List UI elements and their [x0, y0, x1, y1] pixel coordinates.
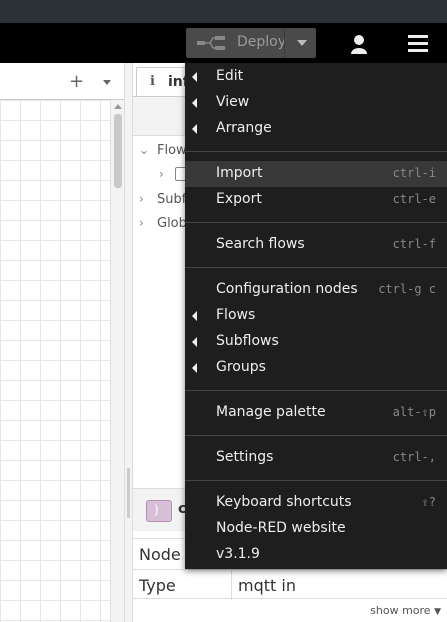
chevron-right-icon[interactable]: › [139, 216, 144, 230]
submenu-arrow-icon [192, 363, 197, 373]
prop-value: mqtt in [238, 576, 296, 595]
plus-icon[interactable]: + [69, 71, 84, 92]
menu-separator [185, 267, 447, 268]
chevron-down-icon[interactable]: ⌄ [139, 143, 149, 157]
menu-item-arrange[interactable]: Arrange [185, 116, 447, 142]
deploy-label: Deploy [237, 34, 287, 50]
submenu-arrow-icon [192, 72, 197, 82]
menu-item-label: Subflows [216, 333, 279, 349]
chevron-right-icon[interactable]: › [139, 192, 144, 206]
menu-item-label: Import [216, 165, 263, 181]
grip-icon [127, 468, 130, 518]
menu-separator [185, 435, 447, 436]
deploy-button[interactable]: Deploy [186, 28, 316, 58]
menu-item-flows[interactable]: Flows [185, 303, 447, 329]
show-more-label: show more [370, 604, 431, 617]
menu-separator [185, 151, 447, 152]
menu-item-view[interactable]: View [185, 90, 447, 116]
scroll-up-icon[interactable] [114, 104, 122, 109]
mqtt-icon: ) [146, 500, 172, 522]
show-more-link[interactable]: show more ▼ [370, 604, 441, 617]
caret-down-icon[interactable] [103, 80, 111, 85]
workspace-canvas[interactable] [0, 100, 110, 622]
menu-item-shortcut: ⇧? [421, 495, 436, 509]
menu-item-website[interactable]: Node-RED website [185, 516, 447, 542]
menu-item-label: Flows [216, 307, 256, 323]
deploy-divider [284, 28, 285, 58]
prop-key: Node [139, 545, 181, 564]
menu-item-shortcut: ctrl-g c [378, 282, 436, 296]
main-menu-dropdown: Edit View Arrange Import ctrl-i Export c… [185, 63, 447, 569]
menu-separator [185, 222, 447, 223]
user-icon[interactable] [349, 34, 369, 54]
scrollbar-thumb[interactable] [114, 114, 122, 188]
info-icon: i [150, 74, 155, 89]
chevron-right-icon[interactable]: › [159, 167, 164, 181]
menu-item-label: Manage palette [216, 404, 326, 420]
menu-item-configuration-nodes[interactable]: Configuration nodes ctrl-g c [185, 277, 447, 303]
menu-item-shortcut: ctrl-, [392, 450, 436, 464]
menu-item-version: v3.1.9 [185, 542, 447, 568]
menu-item-settings[interactable]: Settings ctrl-, [185, 445, 447, 471]
menu-item-label: Configuration nodes [216, 281, 358, 297]
deploy-options-caret-icon[interactable] [297, 40, 307, 46]
menu-item-shortcut: alt-⇧p [392, 405, 436, 419]
menu-item-subflows[interactable]: Subflows [185, 329, 447, 355]
menu-item-label: View [216, 94, 250, 110]
menu-item-manage-palette[interactable]: Manage palette alt-⇧p [185, 400, 447, 426]
workspace-scrollbar[interactable] [110, 100, 124, 622]
menu-item-groups[interactable]: Groups [185, 355, 447, 381]
menu-item-edit[interactable]: Edit [185, 64, 447, 90]
prop-divider [231, 570, 232, 600]
menu-item-export[interactable]: Export ctrl-e [185, 187, 447, 213]
sidebar-resize-handle[interactable] [124, 63, 133, 622]
prop-key: Type [139, 576, 176, 595]
os-title-strip [0, 0, 447, 23]
menu-item-label: Arrange [216, 120, 272, 136]
menu-item-label: Search flows [216, 236, 305, 252]
menu-item-search-flows[interactable]: Search flows ctrl-f [185, 232, 447, 258]
menu-item-label: Export [216, 191, 262, 207]
menu-item-shortcut: ctrl-i [392, 166, 436, 180]
menu-item-label: Keyboard shortcuts [216, 494, 352, 510]
menu-item-keyboard-shortcuts[interactable]: Keyboard shortcuts ⇧? [185, 490, 447, 516]
submenu-arrow-icon [192, 311, 197, 321]
menu-item-label: Settings [216, 449, 274, 465]
menu-separator [185, 390, 447, 391]
menu-item-label: Node-RED website [216, 520, 346, 536]
menu-item-import[interactable]: Import ctrl-i [185, 161, 447, 187]
menu-item-label: Groups [216, 359, 266, 375]
version-label: v3.1.9 [216, 546, 260, 562]
menu-icon[interactable] [408, 35, 428, 52]
menu-item-shortcut: ctrl-e [392, 192, 436, 206]
menu-item-shortcut: ctrl-f [392, 237, 436, 251]
submenu-arrow-icon [192, 124, 197, 134]
menu-separator [185, 480, 447, 481]
deploy-icon [197, 36, 225, 50]
menu-item-label: Edit [216, 68, 244, 84]
submenu-arrow-icon [192, 98, 197, 108]
prop-row-type: Type mqtt in [133, 569, 447, 600]
submenu-arrow-icon [192, 337, 197, 347]
caret-down-icon: ▼ [434, 607, 441, 617]
